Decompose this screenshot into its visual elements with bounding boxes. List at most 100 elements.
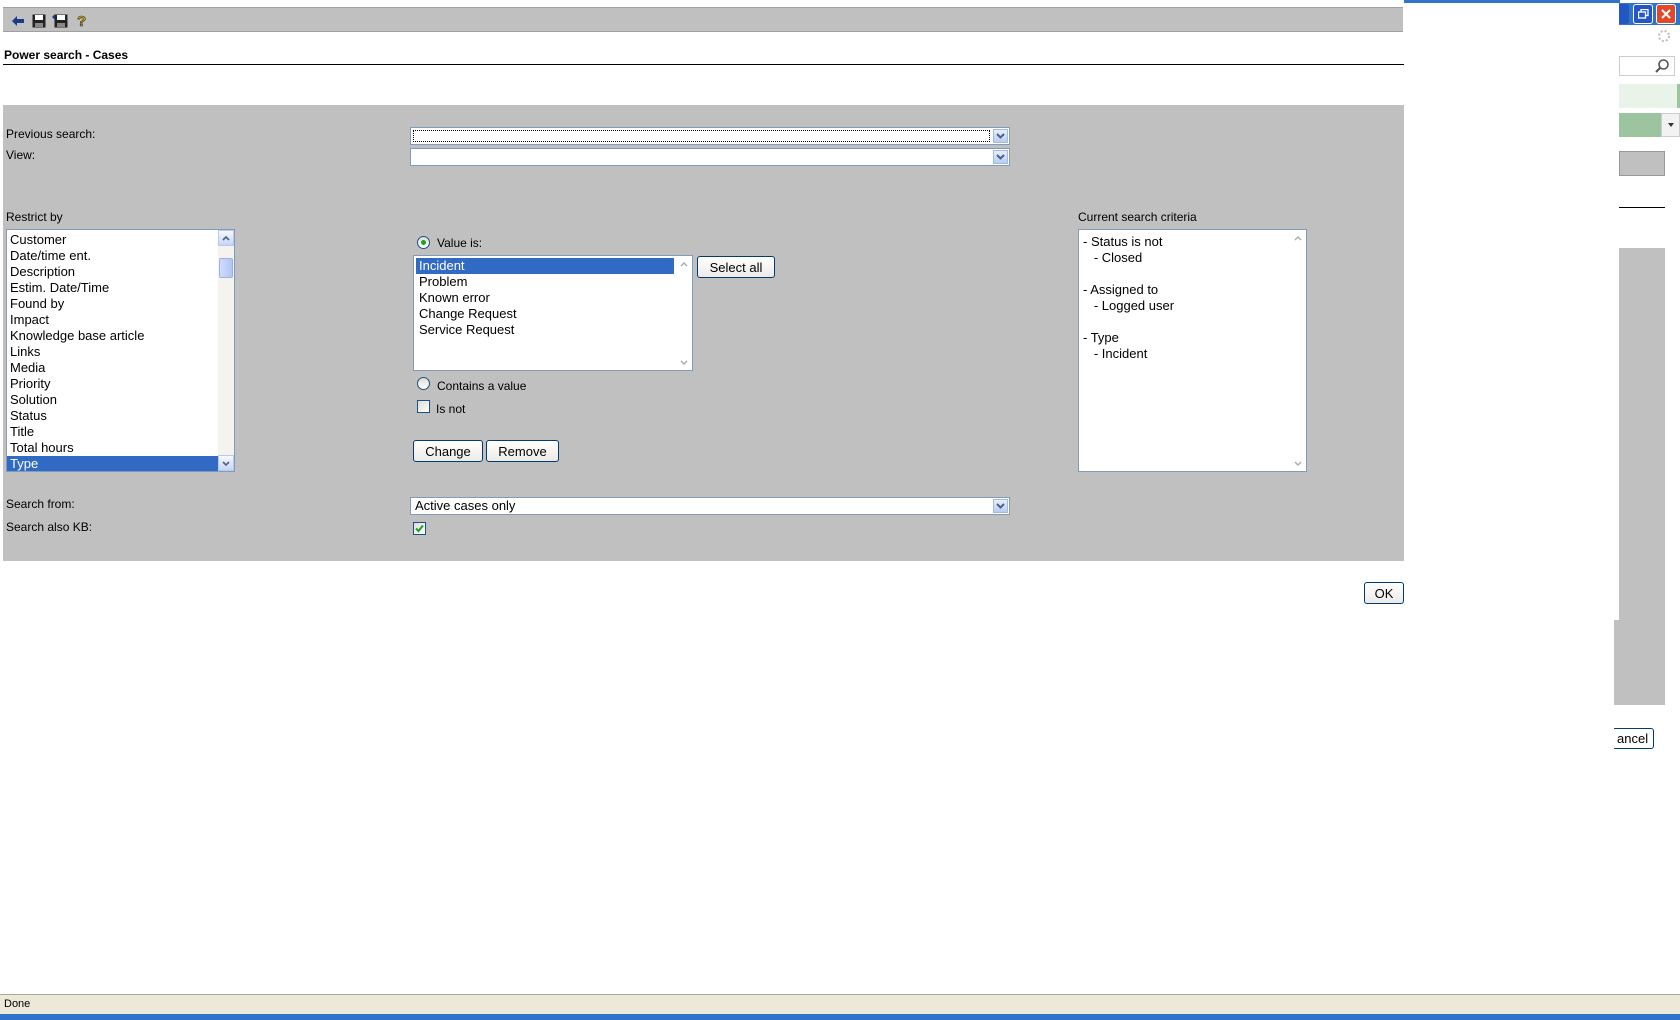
- window-controls: [1619, 3, 1680, 25]
- restrict-by-option[interactable]: Found by: [7, 296, 218, 312]
- criteria-lines: - Status is not - Closed - Assigned to - …: [1083, 234, 1306, 362]
- criteria-line: - Closed: [1083, 250, 1143, 265]
- close-icon: [1661, 9, 1671, 19]
- background-panel: [1619, 248, 1665, 620]
- value-option[interactable]: Incident: [416, 258, 674, 274]
- view-label: View:: [6, 148, 36, 162]
- caret-down-icon: [1667, 123, 1674, 127]
- criteria-line: - Logged user: [1083, 298, 1175, 313]
- search-from-value: Active cases only: [415, 498, 516, 513]
- page-title: Power search - Cases: [4, 48, 129, 62]
- radio-dot: [421, 240, 426, 245]
- status-bar: Done: [0, 994, 1680, 1014]
- background-search-input[interactable]: [1619, 56, 1675, 76]
- value-is-radio[interactable]: [417, 236, 430, 249]
- criteria-line: - Status is not: [1083, 234, 1163, 249]
- background-rule: [1619, 207, 1665, 208]
- value-option[interactable]: Change Request: [416, 306, 674, 322]
- view-select[interactable]: [410, 148, 1010, 166]
- chevron-down-icon[interactable]: [993, 129, 1008, 143]
- scroll-down-icon[interactable]: [1290, 455, 1306, 471]
- scroll-down-icon[interactable]: [676, 354, 692, 370]
- previous-search-select[interactable]: [410, 127, 1010, 145]
- restrict-by-option[interactable]: Knowledge base article: [7, 328, 218, 344]
- search-from-label: Search from:: [6, 497, 75, 511]
- restrict-by-option[interactable]: Total hours: [7, 440, 218, 456]
- restore-button[interactable]: [1633, 4, 1653, 24]
- criteria-line: - Incident: [1083, 346, 1148, 361]
- back-arrow-icon[interactable]: [9, 12, 27, 29]
- background-tab: [1619, 113, 1661, 137]
- background-cancel-button[interactable]: ancel: [1614, 728, 1654, 749]
- scroll-up-icon[interactable]: [218, 230, 234, 246]
- save-icon[interactable]: [30, 12, 48, 29]
- restrict-by-option[interactable]: Estim. Date/Time: [7, 280, 218, 296]
- ok-button[interactable]: OK: [1364, 582, 1404, 604]
- save-as-icon[interactable]: [51, 12, 69, 29]
- value-option[interactable]: Problem: [416, 274, 674, 290]
- current-criteria-box[interactable]: - Status is not - Closed - Assigned to - …: [1078, 229, 1307, 472]
- restrict-by-option[interactable]: Date/time ent.: [7, 248, 218, 264]
- title-divider: [3, 64, 1404, 65]
- scroll-up-icon[interactable]: [1290, 230, 1306, 246]
- value-is-label: Value is:: [437, 236, 483, 250]
- value-option[interactable]: Known error: [416, 290, 674, 306]
- remove-button[interactable]: Remove: [486, 440, 559, 462]
- criteria-line: - Type: [1083, 330, 1119, 345]
- scroll-up-icon[interactable]: [676, 256, 692, 272]
- restrict-by-option[interactable]: Media: [7, 360, 218, 376]
- search-from-select[interactable]: Active cases only: [410, 497, 1010, 515]
- scroll-thumb[interactable]: [219, 258, 233, 278]
- restrict-by-option[interactable]: Priority: [7, 376, 218, 392]
- search-icon: [1655, 59, 1669, 73]
- restrict-by-items: Customer Date/time ent. Description Estim. …: [7, 232, 234, 471]
- chevron-down-icon[interactable]: [993, 499, 1008, 513]
- background-dropdown[interactable]: [1661, 113, 1680, 137]
- value-listbox[interactable]: Incident Problem Known error Change Request…: [413, 255, 693, 371]
- restrict-by-listbox[interactable]: Customer Date/time ent. Description Estim. …: [6, 229, 235, 472]
- search-kb-checkbox[interactable]: [413, 522, 426, 535]
- criteria-line: [1083, 314, 1306, 330]
- chevron-down-icon[interactable]: [993, 150, 1008, 164]
- restrict-by-option[interactable]: Status: [7, 408, 218, 424]
- svg-text:?: ?: [77, 13, 86, 29]
- background-panel-lower: [1614, 620, 1665, 705]
- checkmark-icon: [415, 524, 424, 533]
- restrict-by-option[interactable]: Description: [7, 264, 218, 280]
- restrict-by-option[interactable]: Customer: [7, 232, 218, 248]
- restore-icon: [1637, 9, 1649, 19]
- restrict-by-scrollbar[interactable]: [218, 230, 234, 471]
- restrict-by-option[interactable]: Title: [7, 424, 218, 440]
- status-text: Done: [4, 998, 31, 1010]
- toolbar: ?: [3, 7, 1403, 32]
- previous-search-label: Previous search:: [6, 127, 96, 141]
- select-all-button[interactable]: Select all: [697, 256, 775, 278]
- restrict-by-option[interactable]: Solution: [7, 392, 218, 408]
- scroll-down-icon[interactable]: [218, 455, 234, 471]
- close-button[interactable]: [1656, 4, 1676, 24]
- change-button[interactable]: Change: [413, 440, 483, 462]
- criteria-scrollbar[interactable]: [1290, 230, 1306, 471]
- restrict-by-option[interactable]: Links: [7, 344, 218, 360]
- value-scrollbar[interactable]: [676, 256, 692, 370]
- contains-value-radio[interactable]: [417, 377, 430, 390]
- taskbar-edge: [0, 1014, 1680, 1020]
- help-icon[interactable]: ?: [73, 12, 91, 29]
- restrict-by-option[interactable]: Impact: [7, 312, 218, 328]
- background-window-titlebar: [1404, 0, 1620, 3]
- contains-value-label: Contains a value: [437, 379, 527, 393]
- value-option[interactable]: Service Request: [416, 322, 674, 338]
- focus-ring: [413, 130, 990, 142]
- minimize-button[interactable]: [1619, 4, 1629, 24]
- restrict-by-label: Restrict by: [6, 210, 63, 224]
- loading-spinner-icon: [1656, 28, 1672, 44]
- current-criteria-label: Current search criteria: [1078, 210, 1197, 224]
- criteria-line: [1083, 266, 1306, 282]
- criteria-line: - Assigned to: [1083, 282, 1159, 297]
- search-kb-label: Search also KB:: [6, 520, 93, 534]
- is-not-checkbox[interactable]: [417, 400, 430, 413]
- value-items: Incident Problem Known error Change Request…: [416, 258, 692, 338]
- background-row: [1619, 84, 1680, 108]
- background-field: [1619, 151, 1665, 176]
- restrict-by-option[interactable]: Type: [7, 456, 218, 471]
